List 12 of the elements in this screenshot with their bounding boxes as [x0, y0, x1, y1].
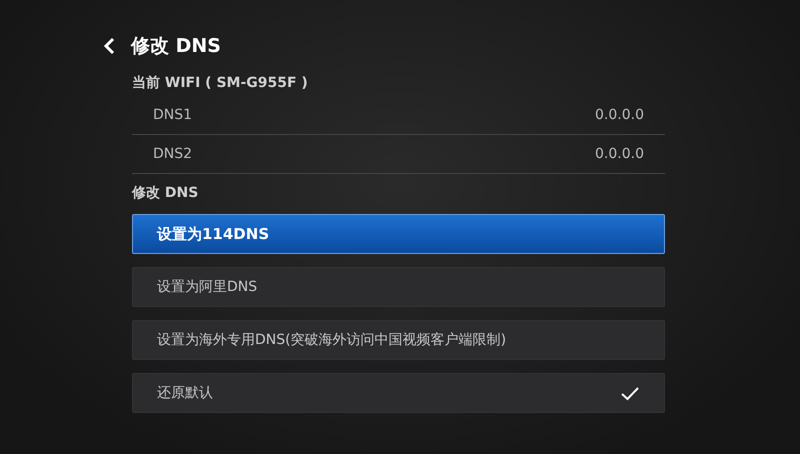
option-item[interactable]: 设置为海外专用DNS(突破海外访问中国视频客户端限制)	[132, 320, 665, 360]
option-item[interactable]: 设置为114DNS	[132, 214, 665, 254]
dns-label: DNS1	[153, 107, 192, 123]
back-icon[interactable]	[103, 37, 115, 55]
page-title: 修改 DNS	[131, 34, 221, 59]
option-item[interactable]: 设置为阿里DNS	[132, 267, 665, 307]
section-label: 当前 WIFI ( SM-G955F )	[132, 74, 309, 93]
option-item[interactable]: 还原默认	[132, 373, 665, 413]
dns-label: DNS2	[153, 146, 192, 162]
dns-value: 0.0.0.0	[595, 146, 644, 162]
dns-value: 0.0.0.0	[595, 107, 644, 123]
section-label: 修改 DNS	[132, 184, 200, 203]
